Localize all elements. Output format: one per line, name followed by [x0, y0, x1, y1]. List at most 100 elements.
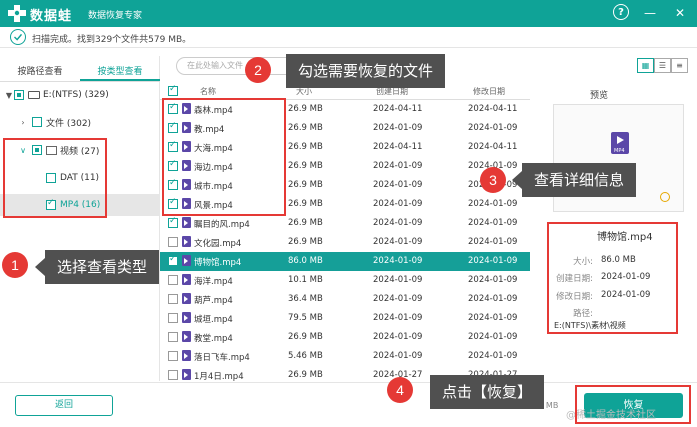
cell-created: 2024-01-09	[373, 237, 423, 247]
chevron-down-icon[interactable]: ▼	[4, 91, 14, 100]
detail-view-icon[interactable]: ≡	[671, 58, 688, 73]
cell-size: 26.9 MB	[288, 123, 323, 133]
tab-by-path[interactable]: 按路径查看	[0, 56, 80, 81]
video-file-icon	[182, 122, 191, 133]
table-row[interactable]: 风景.mp4 26.9 MB 2024-01-09 2024-01-09	[160, 195, 530, 214]
row-checkbox[interactable]	[168, 294, 178, 304]
chevron-right-icon[interactable]: ›	[18, 118, 28, 127]
back-button[interactable]: 返回	[15, 395, 113, 416]
header-name[interactable]: 名称	[200, 86, 216, 97]
tree-label: MP4 (16)	[60, 200, 101, 210]
row-checkbox[interactable]	[168, 332, 178, 342]
chevron-down-icon[interactable]: ∨	[18, 146, 28, 155]
step-1-tip: 选择查看类型	[34, 250, 160, 284]
select-all-checkbox[interactable]	[168, 84, 178, 96]
dat-checkbox[interactable]	[46, 173, 56, 183]
video-file-icon	[182, 331, 191, 342]
files-checkbox[interactable]	[32, 117, 42, 127]
cell-name: 教堂.mp4	[194, 334, 233, 344]
preview-icon-label: MP4	[614, 148, 625, 154]
cell-modified: 2024-01-09	[468, 218, 518, 228]
info-value: 2024-01-09	[601, 290, 651, 300]
cell-modified: 2024-01-09	[468, 294, 518, 304]
tree-item-dat[interactable]: DAT (11)	[0, 167, 160, 189]
tab-by-type[interactable]: 按类型查看	[80, 56, 160, 81]
info-modified: 修改日期: 2024-01-09	[553, 290, 683, 302]
row-checkbox[interactable]	[168, 237, 178, 247]
table-row[interactable]: 瞩目的风.mp4 26.9 MB 2024-01-09 2024-01-09	[160, 214, 530, 233]
film-icon	[46, 145, 57, 155]
table-row[interactable]: 教堂.mp4 26.9 MB 2024-01-09 2024-01-09	[160, 328, 530, 347]
cell-size: 26.9 MB	[288, 218, 323, 228]
row-checkbox[interactable]	[168, 197, 178, 209]
window-controls: ? — ✕	[613, 4, 689, 22]
cell-name: 海边.mp4	[194, 163, 233, 173]
row-checkbox[interactable]	[168, 121, 178, 133]
table-row[interactable]: 森林.mp4 26.9 MB 2024-04-11 2024-04-11	[160, 100, 530, 119]
video-file-icon	[182, 312, 191, 323]
video-file-icon	[182, 160, 191, 171]
table-row[interactable]: 教.mp4 26.9 MB 2024-01-09 2024-01-09	[160, 119, 530, 138]
video-checkbox[interactable]	[32, 145, 42, 155]
tree-item-video[interactable]: ∨ 视频 (27)	[0, 139, 160, 161]
row-checkbox[interactable]	[168, 159, 178, 171]
cell-size: 26.9 MB	[288, 161, 323, 171]
table-row[interactable]: 海洋.mp4 10.1 MB 2024-01-09 2024-01-09	[160, 271, 530, 290]
tree-item-files[interactable]: › 文件 (302)	[0, 111, 160, 133]
video-file-icon	[182, 350, 191, 361]
cell-created: 2024-01-09	[373, 351, 423, 361]
info-value: 2024-01-09	[601, 272, 651, 282]
cell-created: 2024-04-11	[373, 142, 423, 152]
drive-checkbox[interactable]	[14, 90, 24, 100]
header-modified[interactable]: 修改日期	[473, 86, 505, 97]
table-row[interactable]: 落日飞车.mp4 5.46 MB 2024-01-09 2024-01-09	[160, 347, 530, 366]
table-row[interactable]: 文化园.mp4 26.9 MB 2024-01-09 2024-01-09	[160, 233, 530, 252]
close-icon[interactable]: ✕	[671, 4, 689, 22]
row-checkbox[interactable]	[168, 102, 178, 114]
row-checkbox[interactable]	[168, 370, 178, 380]
info-value: 86.0 MB	[601, 255, 636, 265]
tree-item-mp4[interactable]: MP4 (16)	[0, 194, 160, 216]
grid-view-icon[interactable]: ▦	[637, 58, 654, 73]
step-2-tip: 勾选需要恢复的文件	[286, 54, 446, 88]
table-row[interactable]: 城垣.mp4 79.5 MB 2024-01-09 2024-01-09	[160, 309, 530, 328]
minimize-icon[interactable]: —	[641, 4, 659, 22]
cell-modified: 2024-04-11	[468, 142, 518, 152]
row-checkbox[interactable]	[168, 140, 178, 152]
tree-item-drive[interactable]: ▼ E:(NTFS) (329)	[0, 84, 160, 106]
video-file-icon	[182, 293, 191, 304]
view-mode-tabs: 按路径查看 按类型查看	[0, 56, 160, 82]
cell-created: 2024-01-09	[373, 313, 423, 323]
cell-size: 10.1 MB	[288, 275, 323, 285]
cell-modified: 2024-01-09	[468, 199, 518, 209]
mp4-checkbox[interactable]	[46, 198, 56, 210]
cell-size: 26.9 MB	[288, 104, 323, 114]
step-2-badge: 2	[245, 57, 271, 83]
magnifier-icon[interactable]	[660, 192, 670, 202]
info-path-value: E:(NTFS)\素材\视频	[554, 321, 626, 330]
video-file-icon	[182, 198, 191, 209]
row-checkbox[interactable]	[168, 275, 178, 285]
table-row[interactable]: 博物馆.mp4 86.0 MB 2024-01-09 2024-01-09	[160, 252, 530, 271]
cell-size: 86.0 MB	[288, 256, 323, 266]
row-checkbox[interactable]	[168, 351, 178, 361]
cell-name: 风景.mp4	[194, 201, 233, 211]
cell-size: 36.4 MB	[288, 294, 323, 304]
video-file-icon	[182, 217, 191, 228]
row-checkbox[interactable]	[168, 216, 178, 228]
cell-created: 2024-01-09	[373, 256, 423, 266]
list-view-icon[interactable]: ☰	[654, 58, 671, 73]
info-path: 路径:	[553, 307, 683, 319]
row-checkbox[interactable]	[168, 254, 178, 266]
step-3-tip: 查看详细信息	[511, 163, 637, 197]
table-row[interactable]: 葫芦.mp4 36.4 MB 2024-01-09 2024-01-09	[160, 290, 530, 309]
table-row[interactable]: 海边.mp426.9 MB2024-01-092024-01-09	[160, 157, 530, 176]
row-checkbox[interactable]	[168, 178, 178, 190]
video-file-icon	[182, 369, 191, 380]
table-row[interactable]: 大海.mp4 26.9 MB 2024-04-11 2024-04-11	[160, 138, 530, 157]
cell-name: 城垣.mp4	[194, 315, 233, 325]
row-checkbox[interactable]	[168, 313, 178, 323]
table-row[interactable]: 城市.mp426.9 MB2024-01-092024-01-09	[160, 176, 530, 195]
video-file-icon	[182, 274, 191, 285]
help-icon[interactable]: ?	[613, 4, 629, 20]
